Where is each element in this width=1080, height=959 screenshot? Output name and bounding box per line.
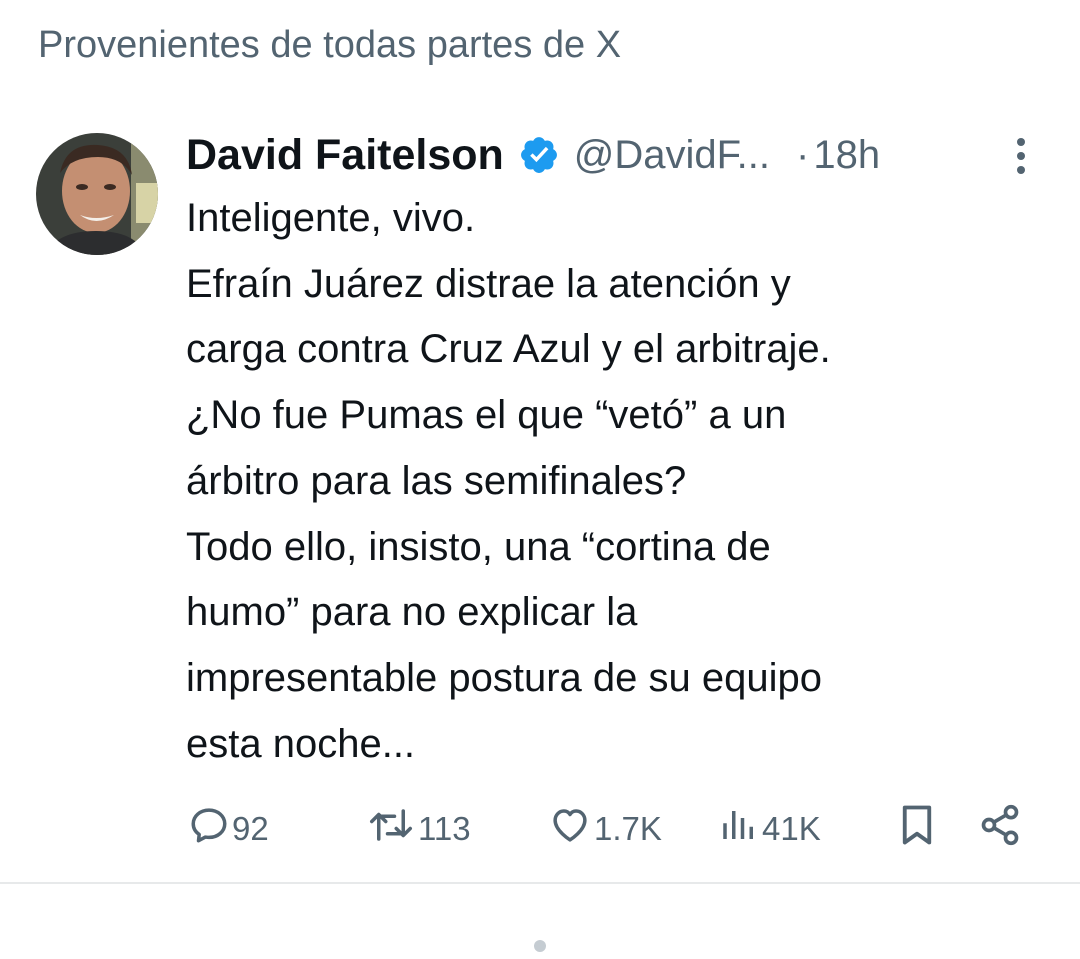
share-button[interactable] bbox=[978, 803, 1022, 855]
tweet-text-line: humo” para no explicar la bbox=[186, 590, 638, 635]
tweet-text-line: Todo ello, insisto, una “cortina de bbox=[186, 524, 771, 569]
tweet-text-line: Efraín Juárez distrae la atención y bbox=[186, 261, 791, 306]
author-handle[interactable]: @DavidF... bbox=[574, 133, 770, 178]
bookmark-icon bbox=[898, 804, 936, 854]
repost-icon bbox=[366, 804, 416, 854]
tweet-text-line: impresentable postura de su equipo bbox=[186, 655, 822, 700]
tweet-text-line: ¿No fue Pumas el que “vetó” a un bbox=[186, 393, 787, 438]
tweet[interactable]: David Faitelson @DavidF... · 18h Intelig… bbox=[0, 110, 1080, 884]
scroll-indicator bbox=[534, 940, 546, 952]
tweet-actions: 92 113 1.7K 41K bbox=[186, 803, 1036, 855]
heart-icon bbox=[548, 804, 592, 854]
tweet-text: Inteligente, vivo. Efraín Juárez distrae… bbox=[186, 186, 1046, 777]
views-count: 41K bbox=[762, 810, 821, 847]
views-button[interactable]: 41K bbox=[718, 805, 821, 853]
context-header: Provenientes de todas partes de X bbox=[38, 24, 622, 66]
reply-icon bbox=[188, 804, 230, 854]
tweet-timestamp[interactable]: 18h bbox=[813, 133, 880, 178]
tweet-header: David Faitelson @DavidF... · 18h bbox=[186, 126, 880, 184]
avatar[interactable] bbox=[36, 133, 158, 255]
tweet-text-line: esta noche... bbox=[186, 721, 416, 766]
profile-photo-icon bbox=[36, 133, 158, 255]
repost-count: 113 bbox=[418, 810, 471, 847]
views-icon bbox=[718, 804, 760, 854]
tweet-text-line: árbitro para las semifinales? bbox=[186, 458, 687, 503]
separator-dot: · bbox=[796, 132, 810, 177]
like-button[interactable]: 1.7K bbox=[548, 805, 662, 853]
repost-button[interactable]: 113 bbox=[366, 805, 471, 853]
like-count: 1.7K bbox=[594, 810, 662, 847]
more-vertical-icon[interactable] bbox=[1006, 136, 1036, 176]
share-icon bbox=[978, 803, 1022, 855]
verified-badge-icon bbox=[518, 134, 560, 176]
reply-count: 92 bbox=[232, 810, 269, 847]
tweet-text-line: Inteligente, vivo. bbox=[186, 196, 476, 240]
author-name[interactable]: David Faitelson bbox=[186, 131, 504, 180]
reply-button[interactable]: 92 bbox=[188, 805, 269, 853]
bookmark-button[interactable] bbox=[898, 805, 936, 853]
tweet-text-line: carga contra Cruz Azul y el arbitraje. bbox=[186, 327, 831, 372]
